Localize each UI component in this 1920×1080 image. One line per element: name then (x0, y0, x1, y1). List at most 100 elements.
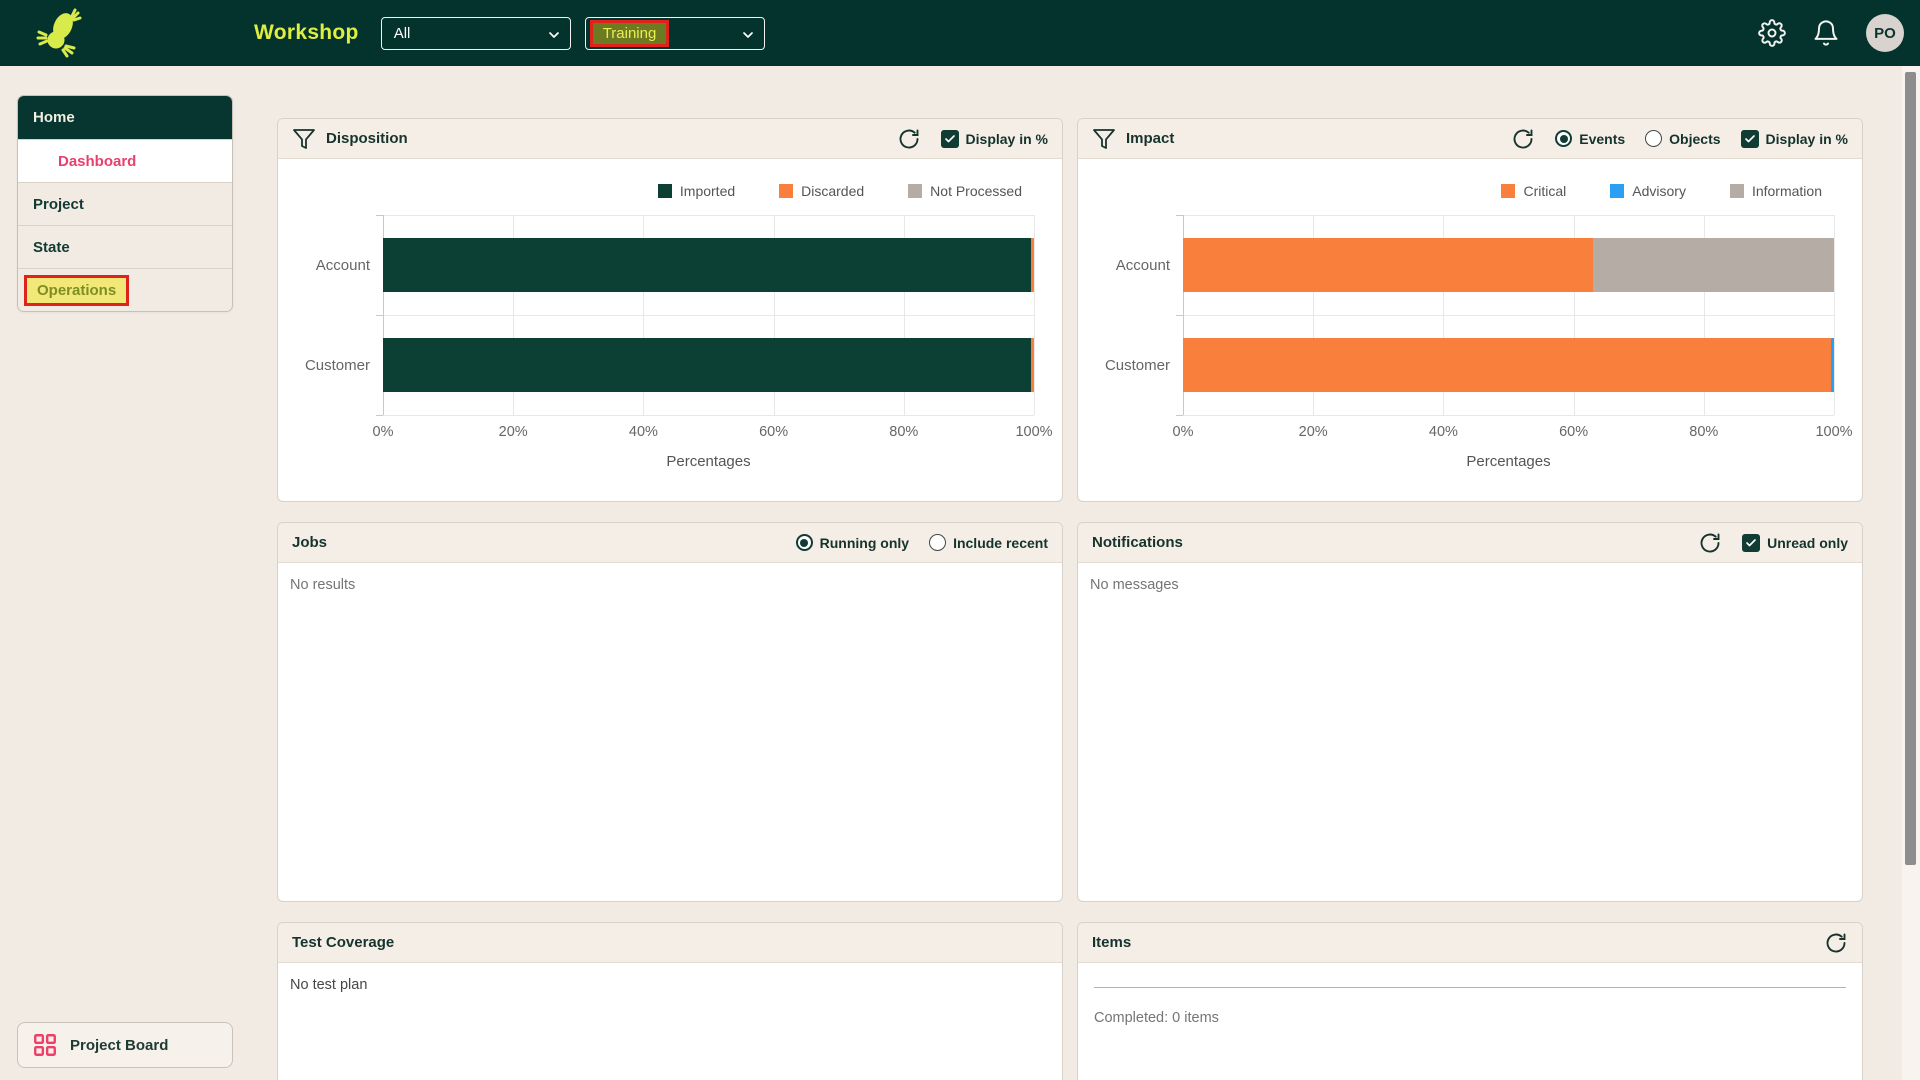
environment-filter-select[interactable]: Training (585, 17, 765, 50)
bar-segment-advisory[interactable] (1831, 338, 1834, 392)
card-jobs: Jobs Running only Include recent No resu… (277, 522, 1063, 902)
bar-segment-imported[interactable] (383, 338, 1031, 392)
refresh-icon[interactable] (897, 127, 921, 151)
chart-plot: AccountCustomer (1183, 215, 1834, 415)
running-only-radio[interactable] (796, 534, 813, 551)
y-tick (1176, 215, 1183, 216)
check-icon (944, 133, 956, 145)
board-grid-icon (32, 1032, 58, 1058)
running-only-radio-control[interactable]: Running only (796, 534, 909, 551)
bar-account[interactable] (1183, 238, 1834, 292)
chart-xticks: 0%20%40%60%80%100% (1183, 415, 1834, 439)
chart-xaxis-label: Percentages (383, 453, 1034, 470)
legend-item-information[interactable]: Information (1730, 183, 1822, 199)
notifications-header: Notifications Unread only (1078, 523, 1862, 563)
card-title: Notifications (1092, 534, 1183, 551)
x-tick-label: 20% (1299, 424, 1328, 440)
chart-plot: AccountCustomer (383, 215, 1034, 415)
category-label-account: Account (278, 215, 370, 315)
x-tick-label: 40% (1429, 424, 1458, 440)
chart-xticks: 0%20%40%60%80%100% (383, 415, 1034, 439)
card-notifications: Notifications Unread only No messages (1077, 522, 1863, 902)
check-icon (1744, 133, 1756, 145)
gear-icon[interactable] (1758, 19, 1786, 47)
legend-label: Imported (680, 183, 735, 199)
operations-annotation: Operations (24, 275, 129, 306)
bar-segment-information[interactable] (1593, 238, 1834, 292)
objects-radio[interactable] (1645, 130, 1662, 147)
objects-radio-control[interactable]: Objects (1645, 130, 1720, 147)
display-in-pct-checkbox[interactable] (1741, 130, 1759, 148)
filter-icon[interactable] (292, 127, 316, 151)
legend-label: Information (1752, 183, 1822, 199)
vertical-scrollbar[interactable] (1902, 66, 1920, 1080)
legend-item-critical[interactable]: Critical (1501, 183, 1566, 199)
unread-only-label: Unread only (1767, 535, 1848, 551)
project-filter-value: All (394, 25, 411, 42)
y-gridline (1183, 315, 1834, 316)
include-recent-radio[interactable] (929, 534, 946, 551)
legend-item-not-processed[interactable]: Not Processed (908, 183, 1022, 199)
legend-swatch (1730, 184, 1744, 198)
y-tick (1176, 315, 1183, 316)
events-radio-control[interactable]: Events (1555, 130, 1625, 147)
legend-item-imported[interactable]: Imported (658, 183, 735, 199)
refresh-icon[interactable] (1698, 531, 1722, 555)
user-avatar[interactable]: PO (1866, 14, 1904, 52)
display-in-pct-checkbox[interactable] (941, 130, 959, 148)
bar-segment-critical[interactable] (1183, 338, 1831, 392)
include-recent-radio-control[interactable]: Include recent (929, 534, 1048, 551)
chevron-down-icon (546, 27, 562, 43)
legend-item-discarded[interactable]: Discarded (779, 183, 864, 199)
disposition-header: Disposition Display in % (278, 119, 1062, 159)
events-radio[interactable] (1555, 130, 1572, 147)
legend-item-advisory[interactable]: Advisory (1610, 183, 1686, 199)
events-radio-label: Events (1579, 131, 1625, 147)
legend-swatch (908, 184, 922, 198)
bell-icon[interactable] (1812, 19, 1840, 47)
frog-logo-icon (36, 8, 84, 58)
bar-segment-critical[interactable] (1183, 238, 1593, 292)
refresh-icon[interactable] (1511, 127, 1535, 151)
legend-swatch (1501, 184, 1515, 198)
category-label-customer: Customer (1078, 315, 1170, 415)
items-header: Items (1078, 923, 1862, 963)
bar-account[interactable] (383, 238, 1034, 292)
impact-header: Impact Events Objects (1078, 119, 1862, 159)
display-in-pct-control[interactable]: Display in % (1741, 130, 1848, 148)
filter-icon[interactable] (1092, 127, 1116, 151)
display-in-pct-control[interactable]: Display in % (941, 130, 1048, 148)
sidebar-item-dashboard[interactable]: Dashboard (18, 139, 232, 182)
refresh-icon[interactable] (1824, 931, 1848, 955)
unread-only-control[interactable]: Unread only (1742, 534, 1848, 552)
legend-swatch (658, 184, 672, 198)
test-coverage-header: Test Coverage (278, 923, 1062, 963)
x-tick-label: 80% (1689, 424, 1718, 440)
project-filter-select[interactable]: All (381, 17, 571, 50)
environment-filter-annotation: Training (590, 20, 670, 47)
sidebar-menu: Home Dashboard Project State Operations (17, 95, 233, 312)
bar-customer[interactable] (1183, 338, 1834, 392)
x-tick-label: 80% (889, 424, 918, 440)
card-test-coverage: Test Coverage No test plan (277, 922, 1063, 1080)
app-title: Workshop (254, 21, 359, 45)
sidebar-item-home[interactable]: Home (18, 96, 232, 139)
sidebar-item-state[interactable]: State (18, 225, 232, 268)
x-tick-label: 0% (1173, 424, 1194, 440)
sidebar-item-operations[interactable]: Operations (18, 268, 232, 311)
bar-segment-discarded[interactable] (1031, 338, 1034, 392)
legend-label: Discarded (801, 183, 864, 199)
bar-customer[interactable] (383, 338, 1034, 392)
running-only-label: Running only (820, 535, 909, 551)
bar-segment-imported[interactable] (383, 238, 1031, 292)
unread-only-checkbox[interactable] (1742, 534, 1760, 552)
legend-label: Advisory (1632, 183, 1686, 199)
bar-segment-discarded[interactable] (1031, 238, 1034, 292)
scrollbar-thumb[interactable] (1905, 72, 1916, 865)
category-label-account: Account (1078, 215, 1170, 315)
items-completed-text: Completed: 0 items (1078, 988, 1862, 1026)
legend-label: Critical (1523, 183, 1566, 199)
include-recent-label: Include recent (953, 535, 1048, 551)
project-board-button[interactable]: Project Board (17, 1022, 233, 1068)
sidebar-item-project[interactable]: Project (18, 182, 232, 225)
